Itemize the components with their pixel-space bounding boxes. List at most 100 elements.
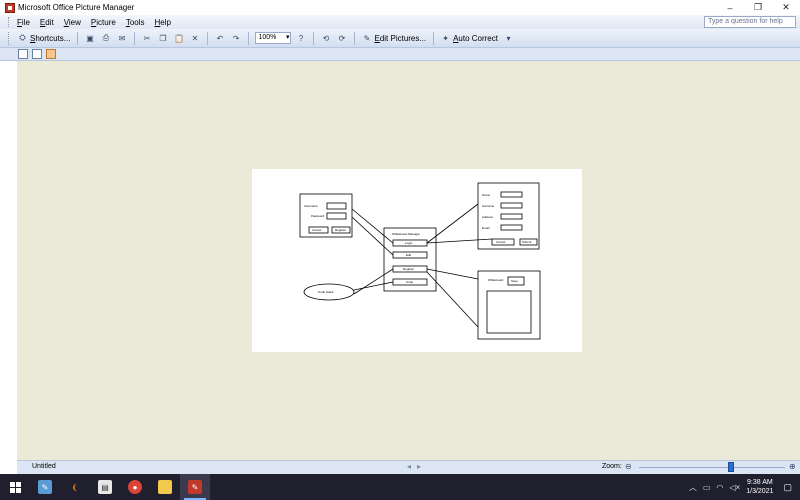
menu-tools[interactable]: Tools <box>126 18 145 27</box>
standard-toolbar: ⛭ Shortcuts... ▣ ⎙ ✉ ✂ ❐ 📋 ✕ ↶ ↷ 100% ? … <box>0 29 800 48</box>
edit-pictures-button[interactable]: ✎ Edit Pictures... <box>359 31 428 46</box>
title-bar: Microsoft Office Picture Manager – ❐ ✕ <box>0 0 800 15</box>
zoom-out-icon[interactable]: ⊖ <box>625 462 632 471</box>
taskbar-app-file-explorer[interactable] <box>150 474 180 500</box>
login-username-field <box>326 202 347 210</box>
rt-field-3 <box>500 213 523 220</box>
rb-canvas <box>486 290 532 334</box>
rt-field-2 <box>500 202 523 209</box>
rotate-right-button[interactable]: ⟳ <box>334 31 349 46</box>
toolbar-grip[interactable] <box>8 31 11 45</box>
rt-field-1 <box>500 191 523 198</box>
menu-bar: File Edit View Picture Tools Help Type a… <box>0 15 800 29</box>
email-icon: ✉ <box>118 33 126 43</box>
single-picture-view-button[interactable] <box>46 49 56 59</box>
taskbar-app-document[interactable]: ▤ <box>90 474 120 500</box>
windows-taskbar: ✎ ❨ ▤ ● ✎ ︿ ▭ ◠ ◁× 9:38 AM 1/3/2021 ▢ <box>0 474 800 500</box>
notification-icon[interactable]: ▢ <box>783 482 792 493</box>
rt-field-4-label: Email <box>482 226 490 230</box>
menu-help[interactable]: Help <box>155 18 171 27</box>
shortcuts-button[interactable]: ⛭ Shortcuts... <box>15 31 72 46</box>
edit-pictures-label: Edit Pictures... <box>374 33 427 43</box>
ellipse-label: Undo Stack <box>318 290 334 294</box>
rt-btn-2-label: Submit <box>522 240 532 244</box>
center-item-3: Register <box>403 267 414 271</box>
taskbar-app-eclipse[interactable]: ❨ <box>60 474 90 500</box>
folder-icon <box>158 480 172 494</box>
toolbar-options-button[interactable]: ▾ <box>501 31 516 46</box>
zoom-slider-track[interactable] <box>639 467 785 468</box>
toolbar-separator <box>134 31 136 45</box>
email-button[interactable]: ✉ <box>114 31 129 46</box>
center-item-2: Edit <box>406 253 411 257</box>
left-gutter <box>0 61 17 460</box>
restore-button[interactable]: ❐ <box>744 0 772 15</box>
filmstrip-view-button[interactable] <box>32 49 42 59</box>
picture-navigation[interactable]: ◂▸ <box>407 462 427 471</box>
auto-correct-button[interactable]: ✦ Auto Correct <box>438 31 500 46</box>
help-button[interactable]: ? <box>293 31 308 46</box>
view-bar <box>0 48 800 61</box>
picture-canvas[interactable]: Username Password Cancel Register Whiteb… <box>252 169 582 352</box>
system-clock[interactable]: 9:38 AM 1/3/2021 <box>746 478 773 496</box>
undo-button[interactable]: ↶ <box>212 31 227 46</box>
redo-icon: ↷ <box>232 33 240 43</box>
taskbar-app-picture-manager[interactable]: ✎ <box>180 474 210 500</box>
rb-label: Whiteboard <box>488 278 504 282</box>
rotate-left-button[interactable]: ⟲ <box>318 31 333 46</box>
picture-manager-icon <box>5 2 15 13</box>
picture-manager-icon: ✎ <box>188 480 202 494</box>
volume-icon[interactable]: ◁× <box>729 483 740 492</box>
rt-field-4 <box>500 224 523 231</box>
battery-icon[interactable]: ▭ <box>703 483 711 492</box>
rt-btn-1-label: Cancel <box>496 240 506 244</box>
toolbar-separator <box>313 31 315 45</box>
shortcuts-icon: ⛭ <box>19 33 26 42</box>
rt-field-3-label: Address <box>482 215 494 219</box>
start-button[interactable] <box>0 474 30 500</box>
menu-picture[interactable]: Picture <box>91 18 116 27</box>
copy-button[interactable]: ❐ <box>155 31 170 46</box>
paste-button[interactable]: 📋 <box>171 31 186 46</box>
help-search-input[interactable]: Type a question for help <box>704 16 796 28</box>
shortcuts-label: Shortcuts... <box>30 33 71 43</box>
menu-view[interactable]: View <box>64 18 81 27</box>
login-field-2-label: Password <box>311 214 325 218</box>
print-icon: ⎙ <box>102 33 110 42</box>
status-bar: Untitled ◂▸ Zoom: ⊖ ⊕ <box>17 460 800 474</box>
rotate-left-icon: ⟲ <box>322 33 330 43</box>
redo-button[interactable]: ↷ <box>228 31 243 46</box>
menu-edit[interactable]: Edit <box>40 18 54 27</box>
status-filename: Untitled <box>32 463 56 470</box>
toolbar-separator <box>354 31 356 45</box>
menu-grip[interactable] <box>8 17 11 27</box>
login-btn-1-label: Cancel <box>312 228 322 232</box>
center-title: Whiteboard Manager <box>392 232 420 236</box>
menu-file[interactable]: File <box>17 18 30 27</box>
zoom-select[interactable]: 100% <box>255 32 292 44</box>
zoom-in-icon[interactable]: ⊕ <box>789 462 796 471</box>
zoom-label: Zoom: <box>602 463 622 470</box>
close-button[interactable]: ✕ <box>772 0 800 15</box>
toolbar-separator <box>207 31 209 45</box>
delete-icon: ✕ <box>191 33 199 43</box>
chrome-icon: ● <box>128 480 142 494</box>
login-btn-2-label: Register <box>335 228 346 232</box>
auto-correct-label: Auto Correct <box>453 33 498 43</box>
cut-button[interactable]: ✂ <box>139 31 154 46</box>
rt-field-2-label: Surname <box>482 204 495 208</box>
wifi-icon[interactable]: ◠ <box>716 483 723 492</box>
minimize-button[interactable]: – <box>716 0 744 15</box>
center-item-1: Login <box>405 241 413 245</box>
clock-time: 9:38 AM <box>747 479 773 486</box>
auto-correct-icon: ✦ <box>442 33 449 43</box>
delete-button[interactable]: ✕ <box>187 31 202 46</box>
save-button[interactable]: ▣ <box>82 31 97 46</box>
zoom-slider-thumb[interactable] <box>727 462 734 472</box>
chevron-up-icon[interactable]: ︿ <box>689 482 697 493</box>
print-button[interactable]: ⎙ <box>98 31 113 46</box>
thumbnail-view-button[interactable] <box>18 49 28 59</box>
diagram-picture: Username Password Cancel Register Whiteb… <box>299 182 541 340</box>
taskbar-app-paint[interactable]: ✎ <box>30 474 60 500</box>
taskbar-app-chrome[interactable]: ● <box>120 474 150 500</box>
